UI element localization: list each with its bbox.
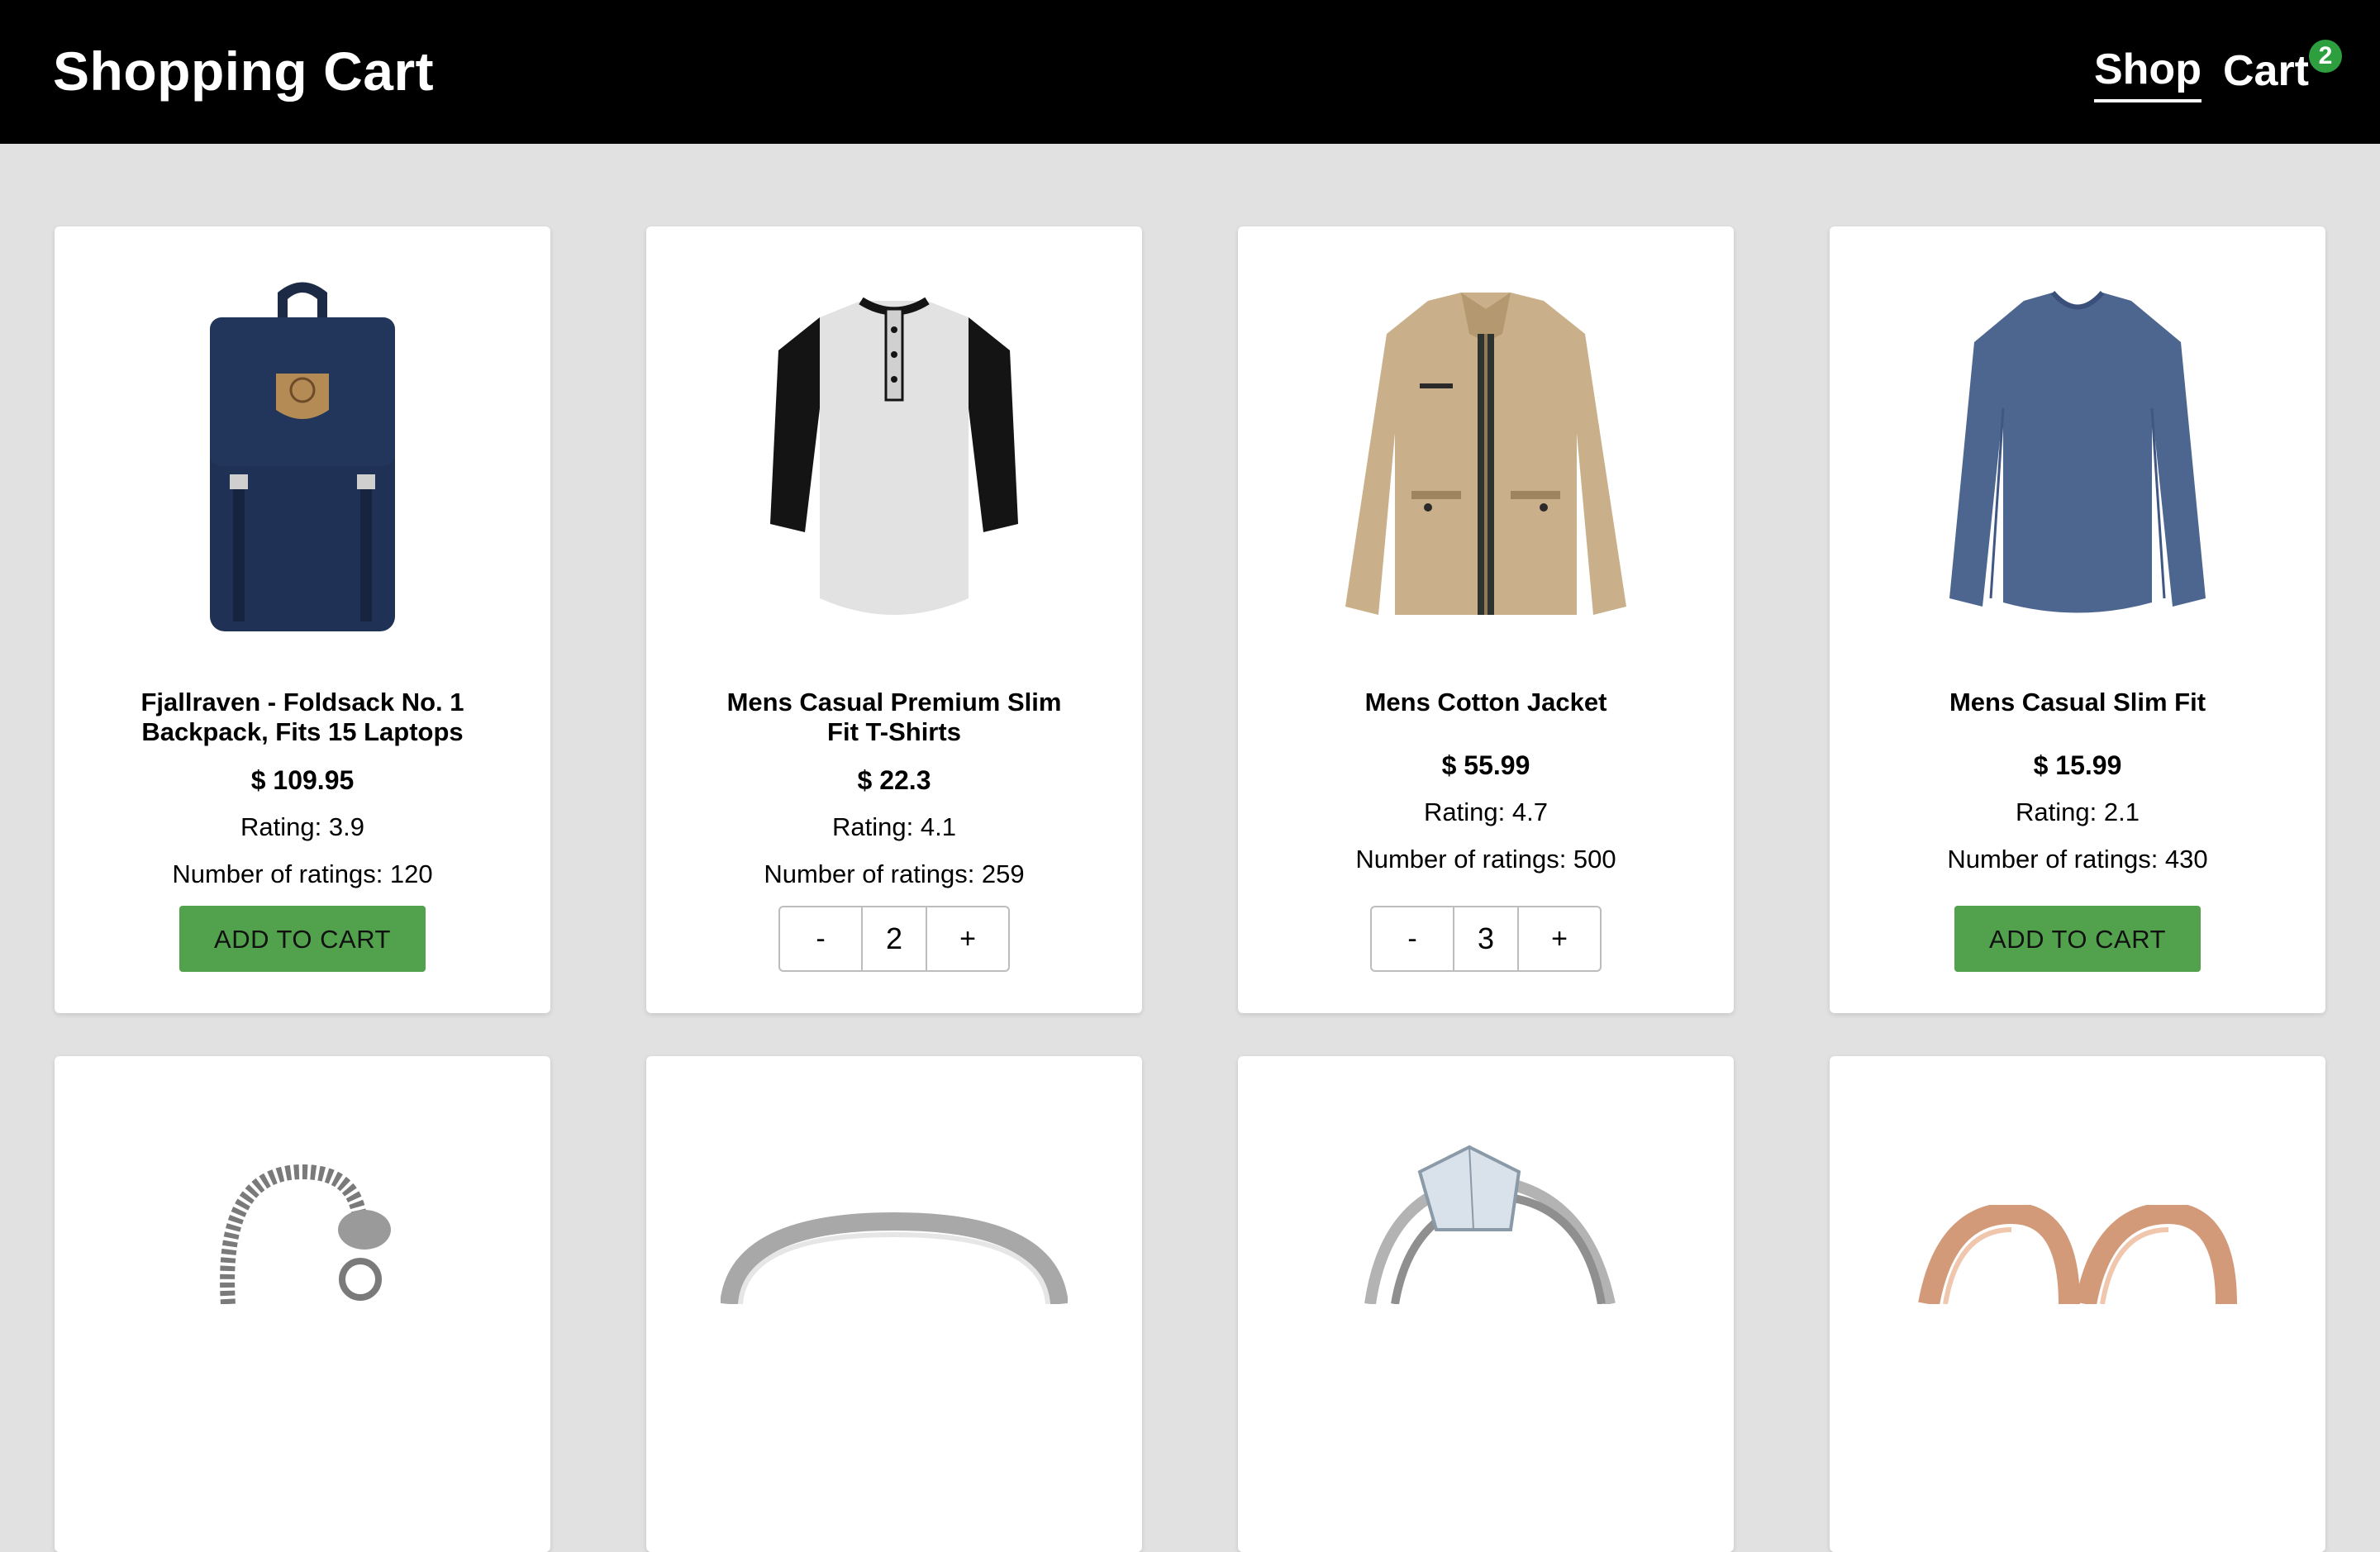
increase-quantity-button[interactable]: +: [1519, 907, 1600, 970]
product-title: Mens Casual Slim Fit: [1949, 688, 2206, 716]
longsleeve-image: [1830, 226, 2325, 689]
product-card: Mens Casual Slim Fit $ 15.99 Rating: 2.1…: [1830, 226, 2325, 1013]
jacket-image: [1238, 226, 1734, 689]
diamond-ring-image: [1238, 1056, 1734, 1304]
product-grid: Fjallraven - Foldsack No. 1 Backpack, Fi…: [55, 226, 2325, 1552]
tshirt-image: [646, 226, 1142, 689]
product-price: $ 109.95: [250, 765, 355, 795]
cart-count-badge: 2: [2309, 40, 2342, 73]
product-card: [1238, 1056, 1734, 1552]
product-title: Mens Casual Premium Slim Fit T-Shirts: [726, 688, 1062, 746]
quantity-stepper: - 2 +: [778, 906, 1010, 972]
quantity-stepper: - 3 +: [1370, 906, 1602, 972]
earrings-image: [1830, 1056, 2325, 1304]
product-rating-count: Number of ratings: 500: [1355, 845, 1616, 874]
backpack-image: [55, 226, 550, 689]
product-card: [1830, 1056, 2325, 1552]
decrease-quantity-button[interactable]: -: [1372, 907, 1453, 970]
quantity-value: 2: [861, 907, 927, 970]
app-header: Shopping Cart Shop Cart 2: [0, 0, 2380, 144]
product-rating-count: Number of ratings: 430: [1947, 845, 2208, 874]
product-card: Mens Cotton Jacket $ 55.99 Rating: 4.7 N…: [1238, 226, 1734, 1013]
nav-shop-link[interactable]: Shop: [2093, 40, 2202, 102]
product-card: [646, 1056, 1142, 1552]
product-rating: Rating: 4.7: [1424, 797, 1548, 826]
product-card: Fjallraven - Foldsack No. 1 Backpack, Fi…: [55, 226, 550, 1013]
product-rating: Rating: 4.1: [832, 812, 956, 841]
product-title: Fjallraven - Foldsack No. 1 Backpack, Fi…: [140, 688, 464, 746]
product-rating: Rating: 2.1: [2016, 797, 2140, 826]
add-to-cart-button[interactable]: ADD TO CART: [179, 906, 426, 972]
nav-cart-label: Cart: [2222, 47, 2309, 95]
product-price: $ 22.3: [857, 765, 931, 795]
product-card: [55, 1056, 550, 1552]
product-rating-count: Number of ratings: 259: [764, 859, 1025, 888]
product-title: Mens Cotton Jacket: [1364, 688, 1607, 716]
ring-image: [646, 1056, 1142, 1304]
quantity-value: 3: [1453, 907, 1519, 970]
bracelet-image: [55, 1056, 550, 1304]
increase-quantity-button[interactable]: +: [927, 907, 1008, 970]
nav-cart-link[interactable]: Cart 2: [2222, 38, 2342, 104]
app-title: Shopping Cart: [53, 40, 435, 102]
product-rating: Rating: 3.9: [240, 812, 364, 841]
decrease-quantity-button[interactable]: -: [780, 907, 861, 970]
product-card: Mens Casual Premium Slim Fit T-Shirts $ …: [646, 226, 1142, 1013]
main-nav: Shop Cart 2: [2093, 38, 2342, 104]
product-rating-count: Number of ratings: 120: [172, 859, 433, 888]
product-price: $ 15.99: [2033, 750, 2122, 780]
add-to-cart-button[interactable]: ADD TO CART: [1954, 906, 2201, 972]
product-price: $ 55.99: [1441, 750, 1530, 780]
